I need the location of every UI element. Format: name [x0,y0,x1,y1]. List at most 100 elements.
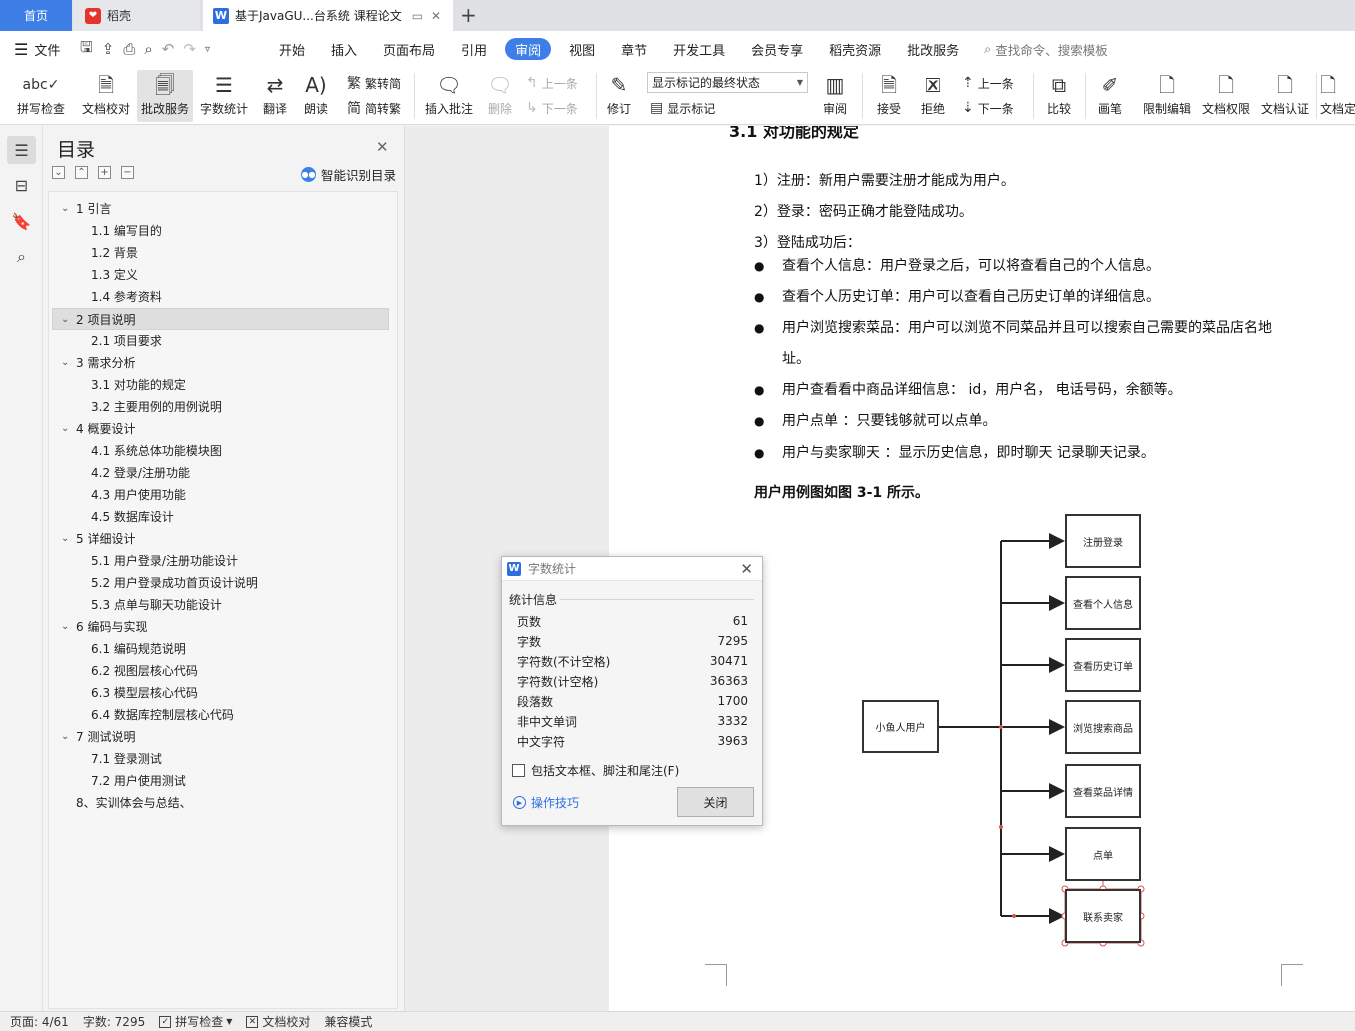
file-menu[interactable]: ☰ 文件 [0,40,74,59]
toc-item[interactable]: 1.1 编写目的 [49,220,397,242]
use-case-box[interactable]: 查看个人信息 [1065,576,1141,630]
toc-panel-icon[interactable]: ☰ [7,136,36,164]
menu-tab-3[interactable]: 引用 [448,38,500,60]
spell-check-button[interactable]: abc✓ 拼写检查 [10,70,72,122]
use-case-box[interactable]: 注册登录 [1065,514,1141,568]
chevron-down-icon[interactable]: ⌄ [61,528,69,550]
screen-icon[interactable]: ▭ [412,9,423,23]
chevron-down-icon[interactable]: ⌄ [61,418,69,440]
chevron-down-icon[interactable]: ⌄ [61,616,69,638]
collapse-all-icon[interactable]: ⌄ [52,166,65,179]
add-heading-icon[interactable]: + [98,166,111,179]
toc-item[interactable]: 8、实训体会与总结、 [49,792,397,814]
markup-state-select[interactable]: 显示标记的最终状态 ▼ [647,72,808,93]
dialog-close-icon[interactable]: ✕ [740,560,753,578]
doc-proof-status[interactable]: ✕ 文档校对 [246,1013,310,1030]
insert-comment-button[interactable]: 🗨 插入批注 [421,70,477,122]
compare-button[interactable]: ⧉ 比较 [1039,70,1079,122]
word-count-indicator[interactable]: 字数: 7295 [83,1013,145,1030]
expand-all-icon[interactable]: ⌃ [75,166,88,179]
page-indicator[interactable]: 页面: 4/61 [10,1013,69,1030]
redo-icon[interactable]: ↷ [183,40,196,58]
doc-final-button[interactable]: 🗋 文档定 [1320,70,1355,122]
menu-tab-6[interactable]: 章节 [608,38,660,60]
menu-tab-10[interactable]: 批改服务 [894,38,972,60]
menu-tab-4[interactable]: 审阅 [505,38,552,60]
undo-icon[interactable]: ↶ [162,40,175,58]
toc-item[interactable]: 4.1 系统总体功能模块图 [49,440,397,462]
toc-item[interactable]: 6.1 编码规范说明 [49,638,397,660]
revise-button[interactable]: ✎ 修订 [601,70,637,122]
menu-tab-2[interactable]: 页面布局 [370,38,448,60]
more-icon[interactable]: ▿ [205,44,210,55]
toc-item[interactable]: ⌄ 3 需求分析 [49,352,397,374]
bookmark-icon[interactable]: 🔖 [7,207,36,235]
toc-item[interactable]: 6.4 数据库控制层核心代码 [49,704,397,726]
prev-change-button[interactable]: ⇡ 上一条 [962,73,1014,93]
smart-toc-button[interactable]: ●● 智能识别目录 [301,165,396,184]
doc-certify-button[interactable]: 🗋 文档认证 [1258,70,1312,122]
review-pane-button[interactable]: ▥ 审阅 [815,70,855,122]
close-button[interactable]: 关闭 [677,787,754,817]
search-panel-icon[interactable]: ⌕ [7,243,36,271]
use-case-box[interactable]: 查看历史订单 [1065,638,1141,692]
menu-tab-9[interactable]: 稻壳资源 [816,38,894,60]
read-aloud-button[interactable]: A) 朗读 [298,70,334,122]
toc-item[interactable]: 4.5 数据库设计 [49,506,397,528]
chapter-nav-icon[interactable]: ⊟ [7,171,36,199]
command-search[interactable]: ⌕ 查找命令、搜索模板 [984,40,1108,59]
toc-item[interactable]: 3.1 对功能的规定 [49,374,397,396]
use-case-box[interactable]: 点单 [1065,827,1141,881]
toc-item[interactable]: 5.2 用户登录成功首页设计说明 [49,572,397,594]
export-icon[interactable]: ⇪ [102,40,115,58]
remove-heading-icon[interactable]: − [121,166,134,179]
actor-box[interactable]: 小鱼人用户 [862,700,939,753]
delete-comment-button[interactable]: 🗨 删除 [481,70,519,122]
tab-document[interactable]: W 基于JavaGU...台系统 课程论文 ▭ ✕ [203,0,453,31]
prev-comment-button[interactable]: ↰ 上一条 [526,73,578,93]
toc-item[interactable]: ⌄ 6 编码与实现 [49,616,397,638]
tips-link[interactable]: ▶ 操作技巧 [513,794,579,811]
toc-item[interactable]: 6.3 模型层核心代码 [49,682,397,704]
restrict-edit-button[interactable]: 🗋 限制编辑 [1139,70,1195,122]
tab-daoke[interactable]: ❤ 稻壳 [73,0,200,31]
show-markup-button[interactable]: ▤ 显示标记 [650,98,715,118]
save-icon[interactable]: 🖫 [80,37,93,62]
menu-tab-5[interactable]: 视图 [556,38,608,60]
toc-item[interactable]: 4.2 登录/注册功能 [49,462,397,484]
use-case-box[interactable]: 联系卖家 [1065,889,1141,943]
toc-item[interactable]: 1.4 参考资料 [49,286,397,308]
include-textboxes-checkbox[interactable]: 包括文本框、脚注和尾注(F) [512,762,679,779]
toc-item[interactable]: 2.1 项目要求 [49,330,397,352]
spell-check-status[interactable]: ✓ 拼写检查 ▼ [159,1013,232,1030]
doc-proof-button[interactable]: 🗎 文档校对 [79,70,133,122]
chevron-down-icon[interactable]: ⌄ [61,198,69,220]
word-count-button[interactable]: ☰ 字数统计 [197,70,251,122]
to-simplified-button[interactable]: 繁繁转简 [347,73,401,93]
toc-item[interactable]: 6.2 视图层核心代码 [49,660,397,682]
toc-item[interactable]: ⌄ 1 引言 [49,198,397,220]
doc-permission-button[interactable]: 🗋 文档权限 [1199,70,1253,122]
menu-tab-8[interactable]: 会员专享 [738,38,816,60]
chevron-down-icon[interactable]: ⌄ [61,309,69,331]
close-icon[interactable]: ✕ [376,138,389,156]
menu-tab-1[interactable]: 插入 [318,38,370,60]
next-comment-button[interactable]: ↳ 下一条 [526,98,578,118]
reject-button[interactable]: 🗷 拒绝 [913,70,953,122]
toc-item[interactable]: 7.2 用户使用测试 [49,770,397,792]
accept-button[interactable]: 🗎 接受 [869,70,909,122]
translate-button[interactable]: ⇄ 翻译 [256,70,294,122]
new-tab-icon[interactable]: + [460,3,477,27]
toc-item[interactable]: ⌄ 4 概要设计 [49,418,397,440]
toc-item[interactable]: 5.1 用户登录/注册功能设计 [49,550,397,572]
toc-item[interactable]: ⌄ 2 项目说明 [52,308,389,330]
tab-home[interactable]: 首页 [0,0,72,31]
toc-item[interactable]: ⌄ 7 测试说明 [49,726,397,748]
toc-item[interactable]: ⌄ 5 详细设计 [49,528,397,550]
menu-tab-0[interactable]: 开始 [266,38,318,60]
toc-item[interactable]: 3.2 主要用例的用例说明 [49,396,397,418]
correction-service-button[interactable]: 🗐 批改服务 [137,70,193,122]
toc-item[interactable]: 1.3 定义 [49,264,397,286]
print-icon[interactable]: ⎙ [123,40,135,58]
to-traditional-button[interactable]: 简简转繁 [347,98,401,118]
